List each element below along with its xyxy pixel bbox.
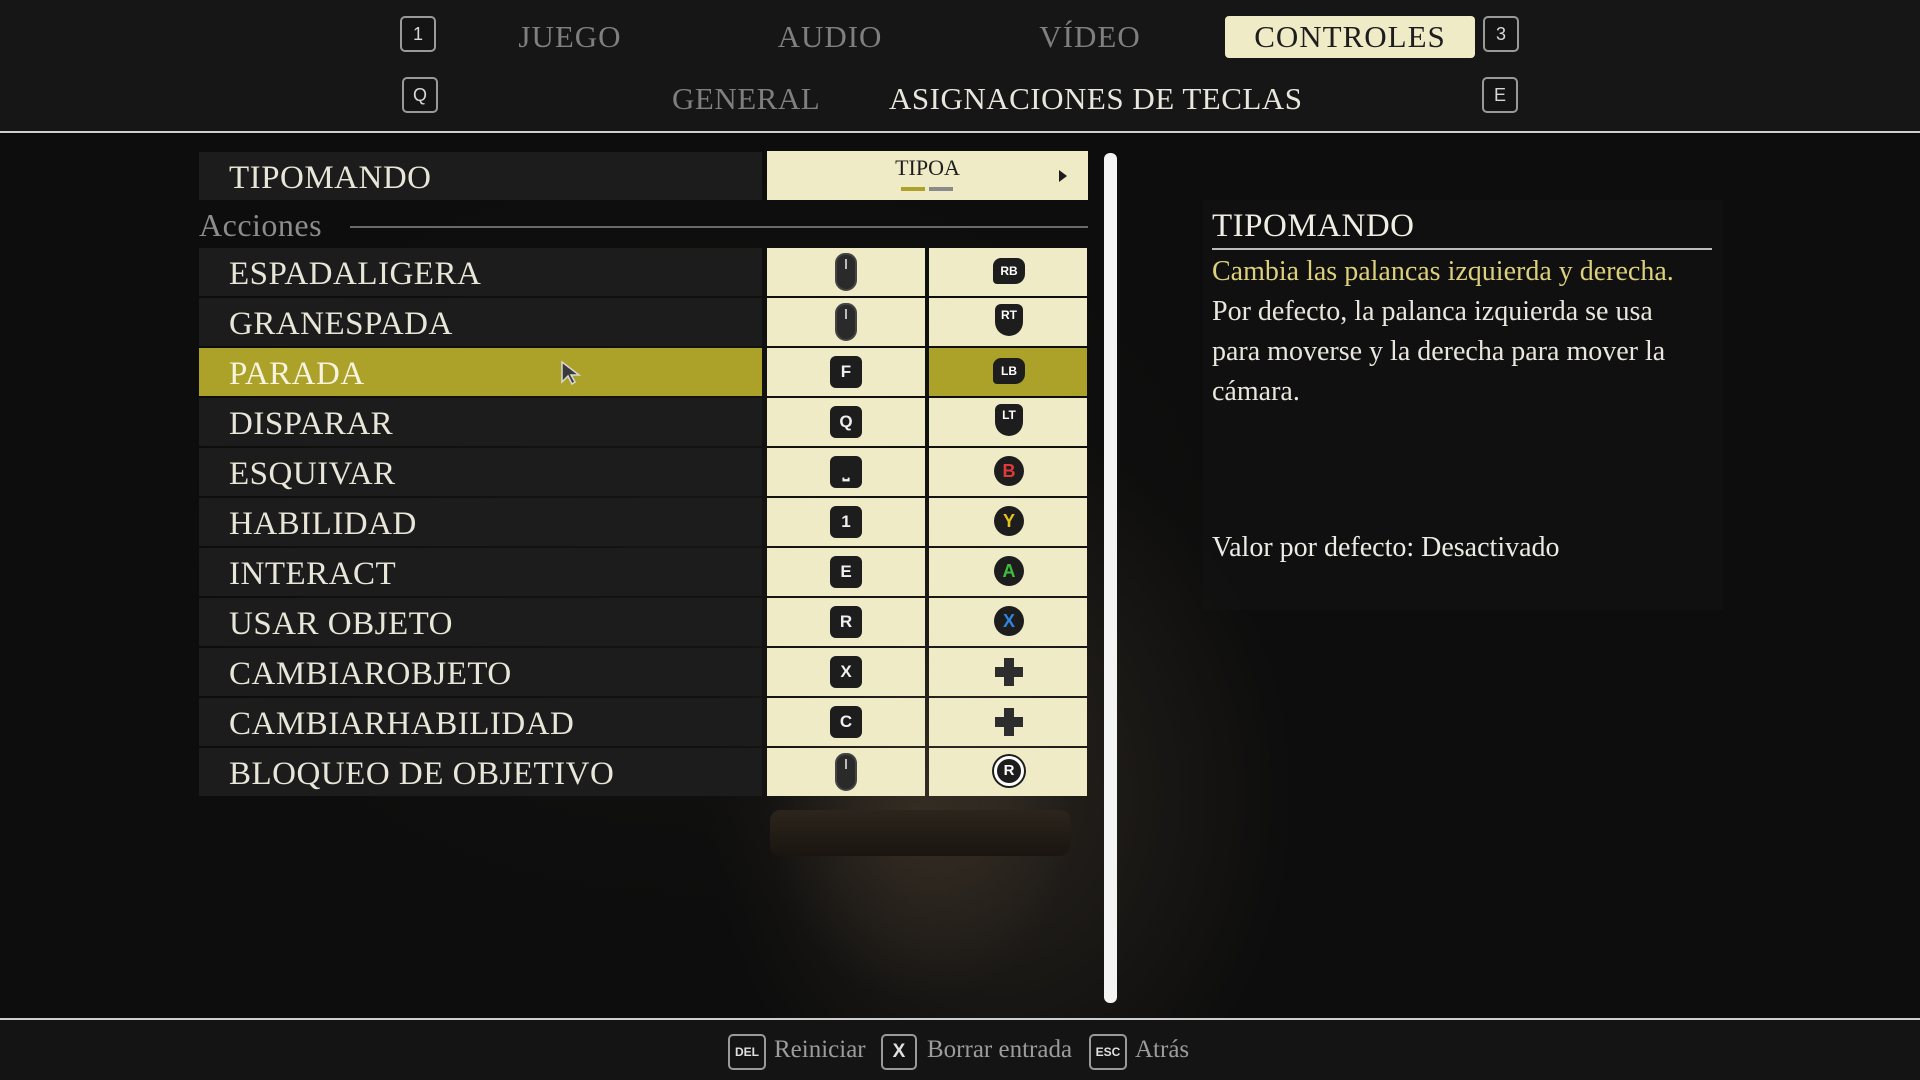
gamepad-binding-cell[interactable]: X xyxy=(929,598,1087,646)
gamepad-binding-cell[interactable]: RT xyxy=(929,298,1087,346)
action-row-label[interactable]: ESPADALIGERA xyxy=(199,248,762,296)
next-tab-key-hint[interactable]: 3 xyxy=(1483,16,1519,52)
gamepad-binding-cell[interactable]: LT xyxy=(929,398,1087,446)
keyboard-binding-cell[interactable] xyxy=(767,748,925,796)
space-key-icon: ⎵ xyxy=(830,456,862,488)
reset-key-hint[interactable]: DEL xyxy=(728,1034,766,1070)
mouse-left-click-icon xyxy=(835,253,857,291)
keyboard-binding-cell[interactable]: X xyxy=(767,648,925,696)
action-row-label[interactable]: CAMBIAROBJETO xyxy=(199,648,762,696)
section-acciones: Acciones xyxy=(199,207,323,243)
dpad-up-icon xyxy=(995,708,1023,736)
subtab-general[interactable]: GENERAL xyxy=(672,78,820,120)
tab-audio[interactable]: AUDIO xyxy=(730,16,930,58)
controller-type-label[interactable]: TIPOMANDO xyxy=(199,152,762,200)
mouse-right-click-icon xyxy=(835,303,857,341)
action-row-label[interactable]: CAMBIARHABILIDAD xyxy=(199,698,762,746)
lb-button-icon: LB xyxy=(993,358,1025,384)
tab-juego[interactable]: JUEGO xyxy=(470,16,670,58)
keyboard-binding-cell[interactable]: C xyxy=(767,698,925,746)
dpad-down-icon xyxy=(995,658,1023,686)
keyboard-binding-cell[interactable]: R xyxy=(767,598,925,646)
action-row-label[interactable]: ESQUIVAR xyxy=(199,448,762,496)
description-body: Cambia las palancas izquierda y derecha.… xyxy=(1212,252,1702,412)
r-key-icon: R xyxy=(830,606,862,638)
y-button-icon: Y xyxy=(994,506,1024,536)
a-button-icon: A xyxy=(994,556,1024,586)
description-highlight: Cambia las palancas izquierda y derecha. xyxy=(1212,256,1674,287)
prev-subtab-key-hint[interactable]: Q xyxy=(402,77,438,113)
list-scrollbar[interactable] xyxy=(1104,153,1117,1003)
controller-type-value: TIPOA xyxy=(895,155,960,180)
action-row-label[interactable]: PARADA xyxy=(199,348,762,396)
reset-action-label[interactable]: Reiniciar xyxy=(774,1036,866,1064)
gamepad-binding-cell[interactable] xyxy=(929,698,1087,746)
keyboard-binding-cell[interactable]: E xyxy=(767,548,925,596)
keyboard-binding-cell[interactable]: F xyxy=(767,348,925,396)
action-row-label[interactable]: BLOQUEO DE OBJETIVO xyxy=(199,748,762,796)
description-text: Por defecto, la palanca izquierda se usa… xyxy=(1212,296,1666,407)
keyboard-binding-cell[interactable] xyxy=(767,298,925,346)
back-key-hint[interactable]: ESC xyxy=(1089,1034,1127,1070)
controller-type-selector[interactable]: TIPOA xyxy=(767,151,1088,200)
footer-bar: DEL Reiniciar X Borrar entrada ESC Atrás xyxy=(0,1018,1920,1080)
mouse-middle-click-icon xyxy=(835,753,857,791)
b-button-icon: B xyxy=(994,456,1024,486)
settings-header: 1 JUEGO AUDIO VÍDEO CONTROLES 3 Q GENERA… xyxy=(0,0,1920,133)
keyboard-binding-cell[interactable] xyxy=(767,248,925,296)
gamepad-binding-cell[interactable]: LB xyxy=(929,348,1087,396)
back-action-label[interactable]: Atrás xyxy=(1135,1036,1189,1064)
gamepad-binding-cell[interactable]: R xyxy=(929,748,1087,796)
action-row-label[interactable]: HABILIDAD xyxy=(199,498,762,546)
section-divider xyxy=(350,226,1088,228)
c-key-icon: C xyxy=(830,706,862,738)
keyboard-binding-cell[interactable]: 1 xyxy=(767,498,925,546)
gamepad-binding-cell[interactable]: A xyxy=(929,548,1087,596)
subtab-asignaciones[interactable]: ASIGNACIONES DE TECLAS xyxy=(889,78,1302,120)
gamepad-binding-cell[interactable]: RB xyxy=(929,248,1087,296)
q-key-icon: Q xyxy=(830,406,862,438)
arrow-right-icon[interactable] xyxy=(1059,170,1067,182)
gamepad-binding-cell[interactable]: B xyxy=(929,448,1087,496)
action-row-label[interactable]: DISPARAR xyxy=(199,398,762,446)
action-row-label[interactable]: GRANESPADA xyxy=(199,298,762,346)
action-row-label[interactable]: USAR OBJETO xyxy=(199,598,762,646)
e-key-icon: E xyxy=(830,556,862,588)
clear-action-label[interactable]: Borrar entrada xyxy=(927,1036,1072,1064)
gamepad-binding-cell[interactable]: Y xyxy=(929,498,1087,546)
x-button-icon: X xyxy=(994,606,1024,636)
next-subtab-key-hint[interactable]: E xyxy=(1482,77,1518,113)
keyboard-binding-cell[interactable]: ⎵ xyxy=(767,448,925,496)
keyboard-binding-cell[interactable]: Q xyxy=(767,398,925,446)
option-indicator-active xyxy=(901,187,925,191)
gamepad-binding-cell[interactable] xyxy=(929,648,1087,696)
description-default-value: Valor por defecto: Desactivado xyxy=(1212,532,1560,563)
rt-trigger-icon: RT xyxy=(995,304,1023,336)
character-belt xyxy=(770,810,1070,856)
right-stick-click-icon: R xyxy=(994,756,1024,786)
option-indicator-inactive xyxy=(929,187,953,191)
mouse-cursor-icon xyxy=(561,360,582,386)
description-title: TIPOMANDO xyxy=(1212,208,1712,250)
clear-key-hint[interactable]: X xyxy=(881,1034,917,1070)
1-key-icon: 1 xyxy=(830,506,862,538)
x-key-icon: X xyxy=(830,656,862,688)
f-key-icon: F xyxy=(830,356,862,388)
tab-controles[interactable]: CONTROLES xyxy=(1225,16,1475,58)
action-row-label[interactable]: INTERACT xyxy=(199,548,762,596)
prev-tab-key-hint[interactable]: 1 xyxy=(400,16,436,52)
rb-button-icon: RB xyxy=(993,258,1025,284)
tab-video[interactable]: VÍDEO xyxy=(990,16,1190,58)
lt-trigger-icon: LT xyxy=(995,404,1023,436)
